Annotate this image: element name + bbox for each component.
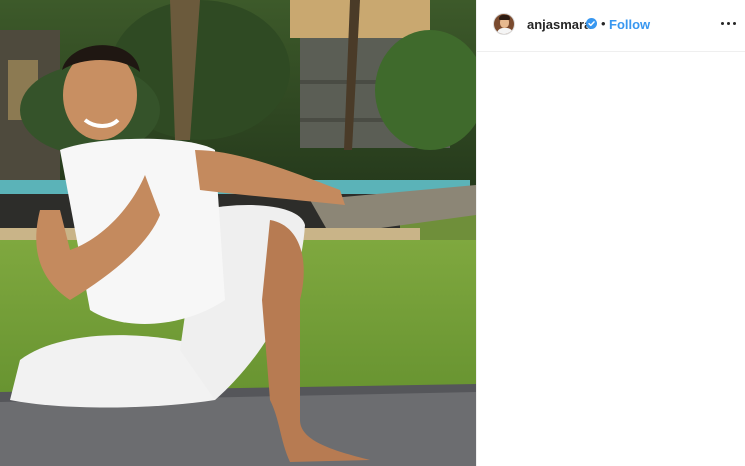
verified-badge-icon [586,18,597,29]
avatar-hair [499,15,510,20]
post-header: anjasmara • Follow [477,0,745,52]
post-photo[interactable] [0,0,476,466]
author-username[interactable]: anjasmara [527,17,591,32]
follow-button[interactable]: Follow [609,17,650,32]
post-side-panel: anjasmara • Follow [476,0,745,466]
header-separator: • [601,16,606,31]
author-avatar[interactable] [493,13,515,35]
avatar-body [497,28,513,34]
yoga-photo-illustration [0,0,476,466]
more-options-icon[interactable] [721,15,737,31]
instagram-post: anjasmara • Follow [0,0,745,466]
